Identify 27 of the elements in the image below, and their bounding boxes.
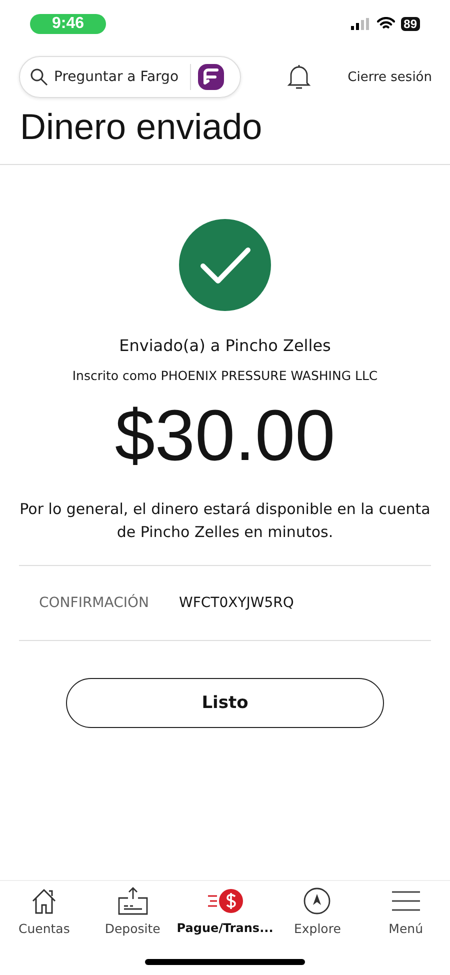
deposit-icon	[118, 887, 148, 915]
tab-item[interactable]: Deposite	[88, 887, 177, 936]
recipient-text: Enviado(a) a Pincho Zelles	[119, 336, 331, 355]
confirmation-number: WFCT0XYJW5RQ	[178, 595, 294, 612]
page-title: Dinero enviado	[20, 106, 264, 148]
dollar-icon	[206, 887, 244, 915]
checkmark-icon	[179, 219, 271, 311]
confirmation-label: CONFIRMACIÓN	[39, 595, 149, 612]
signal-icon	[350, 18, 371, 30]
wifi-icon	[376, 17, 395, 30]
tab-item[interactable]: Menú	[362, 887, 450, 936]
bell-icon[interactable]	[287, 64, 311, 90]
battery-level: 89	[400, 16, 420, 30]
search-icon	[30, 68, 48, 86]
availability-message: Por lo general, el dinero estará disponible en la cuenta de Pincho Zelles en minutos.	[19, 499, 431, 543]
tab-item[interactable]: Cuentas	[0, 887, 88, 936]
status-time: 9:46	[30, 14, 106, 34]
enrolled-text: Inscrito como PHOENIX PRESSURE WASHING LLC	[72, 368, 378, 383]
amount-text: $30.00	[114, 397, 336, 476]
search-field[interactable]: Preguntar a Fargo	[54, 69, 184, 85]
tab-item[interactable]: Pague/Trans...	[176, 887, 274, 936]
done-button[interactable]: Listo	[66, 678, 384, 728]
house-icon	[30, 887, 58, 915]
tab-item[interactable]: Explore	[273, 887, 362, 936]
assistant-logo-icon[interactable]	[197, 63, 225, 91]
compass-icon	[303, 887, 332, 915]
logout-link[interactable]: Cierre sesión	[348, 70, 432, 84]
